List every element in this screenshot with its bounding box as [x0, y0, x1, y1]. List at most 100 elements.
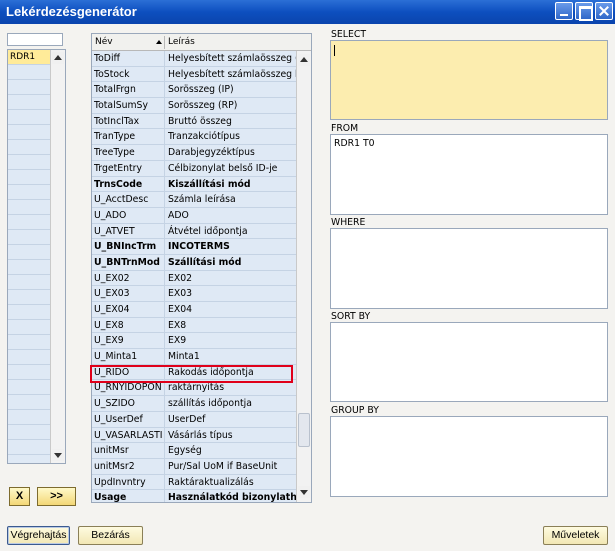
- table-list-row[interactable]: [8, 185, 50, 200]
- field-name-cell[interactable]: TranType: [92, 129, 165, 146]
- field-row[interactable]: U_BNTrnMod Szállítási mód: [92, 254, 296, 271]
- table-list-row[interactable]: [8, 410, 50, 425]
- field-name-cell[interactable]: U_EX9: [92, 333, 165, 350]
- table-list-row[interactable]: [8, 305, 50, 320]
- field-description-cell[interactable]: EX8: [165, 317, 296, 334]
- sort-by-textarea[interactable]: [330, 322, 608, 402]
- execute-button[interactable]: Végrehajtás: [7, 526, 70, 545]
- add-table-button[interactable]: >>: [37, 487, 76, 506]
- field-description-cell[interactable]: Számla leírása: [165, 192, 296, 208]
- field-name-cell[interactable]: U_EX8: [92, 317, 165, 334]
- field-description-cell[interactable]: Bruttó összeg: [165, 113, 296, 130]
- close-icon[interactable]: [595, 2, 613, 20]
- field-grid-scrollbar[interactable]: [296, 51, 311, 502]
- table-list-scrollbar[interactable]: [50, 50, 65, 463]
- field-name-cell[interactable]: TrnsCode: [92, 176, 165, 193]
- scroll-down-icon[interactable]: [52, 449, 64, 461]
- scroll-down-icon[interactable]: [298, 486, 310, 498]
- field-name-cell[interactable]: U_AcctDesc: [92, 192, 165, 208]
- table-list-row[interactable]: [8, 425, 50, 440]
- table-list-row[interactable]: [8, 365, 50, 380]
- column-header-name[interactable]: Név: [95, 37, 113, 47]
- field-description-cell[interactable]: Helyesbített számlaösszeg (kü: [165, 51, 296, 67]
- field-row[interactable]: U_UserDef UserDef: [92, 411, 296, 428]
- field-row[interactable]: TranType Tranzakciótípus: [92, 129, 296, 146]
- column-divider[interactable]: [164, 36, 165, 49]
- field-description-cell[interactable]: Pur/Sal UoM if BaseUnit: [165, 458, 296, 475]
- table-list-row[interactable]: [8, 320, 50, 335]
- field-row[interactable]: TotInclTax Bruttó összeg: [92, 113, 296, 130]
- field-name-cell[interactable]: U_EX04: [92, 302, 165, 318]
- table-list-row[interactable]: [8, 80, 50, 95]
- field-name-cell[interactable]: TreeType: [92, 145, 165, 161]
- table-list-row[interactable]: [8, 395, 50, 410]
- field-name-cell[interactable]: ToDiff: [92, 51, 165, 67]
- field-name-cell[interactable]: U_RIDO: [92, 364, 165, 381]
- field-description-cell[interactable]: Helyesbített számlaösszeg ké: [165, 66, 296, 83]
- table-list-row[interactable]: [8, 440, 50, 455]
- field-name-cell[interactable]: TrgetEntry: [92, 160, 165, 177]
- field-name-cell[interactable]: unitMsr2: [92, 458, 165, 475]
- select-textarea[interactable]: [330, 40, 608, 120]
- field-description-cell[interactable]: szállítás időpontja: [165, 396, 296, 412]
- field-description-cell[interactable]: Minta1: [165, 349, 296, 365]
- field-row[interactable]: TrgetEntry Célbizonylat belső ID-je: [92, 160, 296, 177]
- from-textarea[interactable]: RDR1 T0: [330, 134, 608, 215]
- field-row[interactable]: U_SZIDO szállítás időpontja: [92, 396, 296, 412]
- field-name-cell[interactable]: U_EX02: [92, 270, 165, 287]
- field-name-cell[interactable]: U_Minta1: [92, 349, 165, 365]
- field-description-cell[interactable]: Szállítási mód: [165, 254, 296, 271]
- field-row[interactable]: U_VASARLASTI Vásárlás típus: [92, 427, 296, 444]
- field-row[interactable]: U_ATVET Átvétel időpontja: [92, 223, 296, 240]
- table-list-row[interactable]: [8, 260, 50, 275]
- field-name-cell[interactable]: U_ADO: [92, 207, 165, 224]
- table-list-row[interactable]: [8, 200, 50, 215]
- actions-button[interactable]: Műveletek: [543, 526, 608, 545]
- field-name-cell[interactable]: U_VASARLASTI: [92, 427, 165, 444]
- table-list-row[interactable]: [8, 230, 50, 245]
- field-description-cell[interactable]: UserDef: [165, 411, 296, 428]
- field-row[interactable]: U_RNYIDOPON raktárnyitás: [92, 380, 296, 397]
- minimize-icon[interactable]: [555, 2, 573, 20]
- field-description-cell[interactable]: EX04: [165, 302, 296, 318]
- table-list-row[interactable]: [8, 140, 50, 155]
- field-row[interactable]: U_EX04 EX04: [92, 302, 296, 318]
- field-row[interactable]: U_EX03 EX03: [92, 286, 296, 302]
- field-name-cell[interactable]: U_UserDef: [92, 411, 165, 428]
- close-button[interactable]: Bezárás: [78, 526, 143, 545]
- remove-table-button[interactable]: X: [9, 487, 30, 506]
- field-row[interactable]: U_EX02 EX02: [92, 270, 296, 287]
- field-row[interactable]: unitMsr Egység: [92, 443, 296, 459]
- table-list-row[interactable]: [8, 380, 50, 395]
- field-row[interactable]: TotalFrgn Sorösszeg (IP): [92, 82, 296, 99]
- field-description-cell[interactable]: ADO: [165, 207, 296, 224]
- table-filter-input[interactable]: [7, 33, 63, 46]
- where-textarea[interactable]: [330, 228, 608, 309]
- field-description-cell[interactable]: INCOTERMS: [165, 239, 296, 255]
- column-header-description[interactable]: Leírás: [168, 37, 195, 47]
- field-row[interactable]: U_AcctDesc Számla leírása: [92, 192, 296, 208]
- field-description-cell[interactable]: EX03: [165, 286, 296, 302]
- field-row[interactable]: ToDiff Helyesbített számlaösszeg (kü: [92, 51, 296, 67]
- field-row[interactable]: U_BNIncTrm INCOTERMS: [92, 239, 296, 255]
- field-description-cell[interactable]: EX02: [165, 270, 296, 287]
- maximize-icon[interactable]: [575, 2, 593, 21]
- table-list-row[interactable]: [8, 125, 50, 140]
- field-description-cell[interactable]: Átvétel időpontja: [165, 223, 296, 240]
- table-list-row[interactable]: [8, 350, 50, 365]
- field-name-cell[interactable]: TotalFrgn: [92, 82, 165, 99]
- field-description-cell[interactable]: raktárnyitás: [165, 380, 296, 397]
- field-description-cell[interactable]: Egység: [165, 443, 296, 459]
- scroll-up-icon[interactable]: [52, 52, 64, 64]
- group-by-textarea[interactable]: [330, 416, 608, 497]
- table-list-row[interactable]: [8, 245, 50, 260]
- field-description-cell[interactable]: Rakodás időpontja: [165, 364, 296, 381]
- field-name-cell[interactable]: UpdInvntry: [92, 474, 165, 491]
- table-list-row[interactable]: [8, 275, 50, 290]
- field-name-cell[interactable]: U_EX03: [92, 286, 165, 302]
- field-description-cell[interactable]: Célbizonylat belső ID-je: [165, 160, 296, 177]
- field-row[interactable]: TotalSumSy Sorösszeg (RP): [92, 98, 296, 114]
- field-description-cell[interactable]: EX9: [165, 333, 296, 350]
- field-name-cell[interactable]: U_BNIncTrm: [92, 239, 165, 255]
- field-description-cell[interactable]: Sorösszeg (RP): [165, 98, 296, 114]
